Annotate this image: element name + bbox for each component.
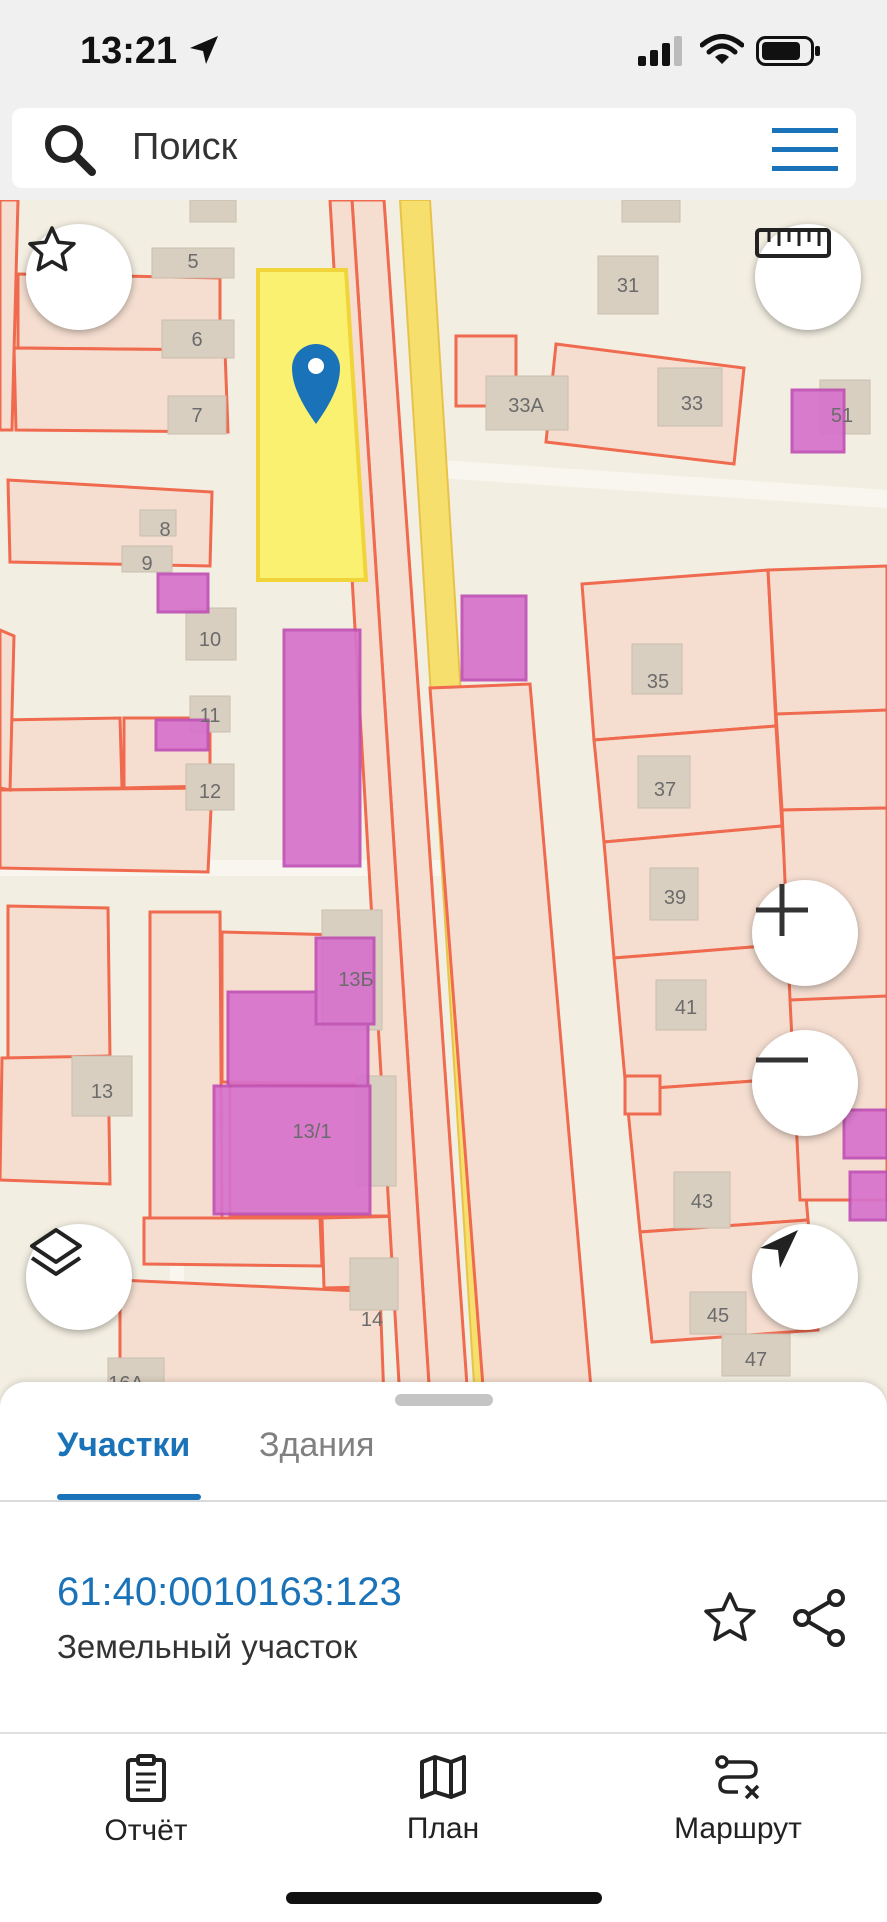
favorites-button[interactable] <box>26 224 132 330</box>
house-number-label: 45 <box>707 1305 729 1327</box>
parcels <box>0 200 887 1400</box>
house-number-label: 10 <box>199 629 221 651</box>
layers-button[interactable] <box>26 1224 132 1330</box>
cadastral-number[interactable]: 61:40:0010163:123 <box>57 1570 402 1615</box>
report-icon <box>126 1754 166 1802</box>
map-icon <box>420 1755 466 1799</box>
house-number-label: 35 <box>647 671 669 693</box>
home-indicator[interactable] <box>286 1892 602 1904</box>
sheet-grabber[interactable] <box>395 1394 493 1406</box>
house-number-label: 39 <box>664 887 686 909</box>
map-view[interactable]: 5 6 7 8 9 10 11 12 13 13Б 13/1 14 16А 31… <box>0 200 887 1400</box>
tab-parcels[interactable]: Участки <box>57 1426 190 1465</box>
house-number-label: 5 <box>187 251 198 273</box>
star-icon <box>28 226 76 272</box>
layers-icon <box>30 1228 82 1276</box>
ruler-icon <box>755 228 831 258</box>
house-number-label: 7 <box>191 405 202 427</box>
navigate-icon <box>760 1230 798 1268</box>
house-number-label: 43 <box>691 1191 713 1213</box>
house-number-label: 12 <box>199 781 221 803</box>
house-number-label: 13 <box>91 1081 113 1103</box>
house-number-label: 6 <box>191 329 202 351</box>
search-icon <box>45 125 96 176</box>
parcel-type: Земельный участок <box>57 1628 358 1665</box>
street <box>440 460 887 508</box>
selected-parcel[interactable] <box>256 268 369 582</box>
nav-plan-label: План <box>406 1812 480 1845</box>
nav-report[interactable]: Отчёт <box>46 1754 246 1848</box>
location-arrow-icon <box>190 36 218 64</box>
house-number-label: 9 <box>141 553 152 575</box>
zoom-out-button[interactable] <box>752 1030 858 1136</box>
my-location-button[interactable] <box>752 1224 858 1330</box>
search-bar[interactable]: Поиск <box>12 108 856 188</box>
hamburger-menu-icon[interactable] <box>772 126 838 174</box>
search-input[interactable]: Поиск <box>132 126 237 169</box>
nav-route-label: Маршрут <box>674 1812 802 1845</box>
measure-button[interactable] <box>755 224 861 330</box>
map-canvas[interactable]: 5 6 7 8 9 10 11 12 13 13Б 13/1 14 16А 31… <box>0 200 887 1400</box>
nav-plan[interactable]: План <box>343 1754 543 1846</box>
tabs-divider <box>0 1500 887 1502</box>
share-icon[interactable] <box>792 1588 848 1648</box>
house-number-label: 41 <box>675 997 697 1019</box>
nav-route[interactable]: Маршрут <box>638 1754 838 1846</box>
house-number-label: 8 <box>159 519 170 541</box>
house-number-label: 13Б <box>338 969 373 991</box>
house-number-label: 33А <box>508 395 544 417</box>
house-number-label: 51 <box>831 405 853 427</box>
house-number-label: 33 <box>681 393 703 415</box>
route-icon <box>715 1755 760 1800</box>
house-number-label: 13/1 <box>293 1121 332 1143</box>
cellular-signal-icon <box>638 36 682 66</box>
star-icon[interactable] <box>702 1590 758 1646</box>
house-number-label: 11 <box>200 705 221 727</box>
house-number-label: 37 <box>654 779 676 801</box>
house-number-label: 14 <box>361 1309 383 1331</box>
battery-icon <box>756 36 820 66</box>
status-bar: 13:21 <box>0 0 887 100</box>
nav-report-label: Отчёт <box>104 1814 188 1847</box>
status-time: 13:21 <box>80 30 178 72</box>
wifi-icon <box>700 34 744 64</box>
tab-buildings[interactable]: Здания <box>259 1426 374 1465</box>
zoom-out-icon <box>756 1057 808 1063</box>
bottom-sheet[interactable]: Участки Здания 61:40:0010163:123 Земельн… <box>0 1382 887 1732</box>
zoom-in-button[interactable] <box>752 880 858 986</box>
zoom-in-icon <box>756 884 808 936</box>
house-number-label: 47 <box>745 1349 767 1371</box>
house-number-label: 31 <box>617 275 639 297</box>
